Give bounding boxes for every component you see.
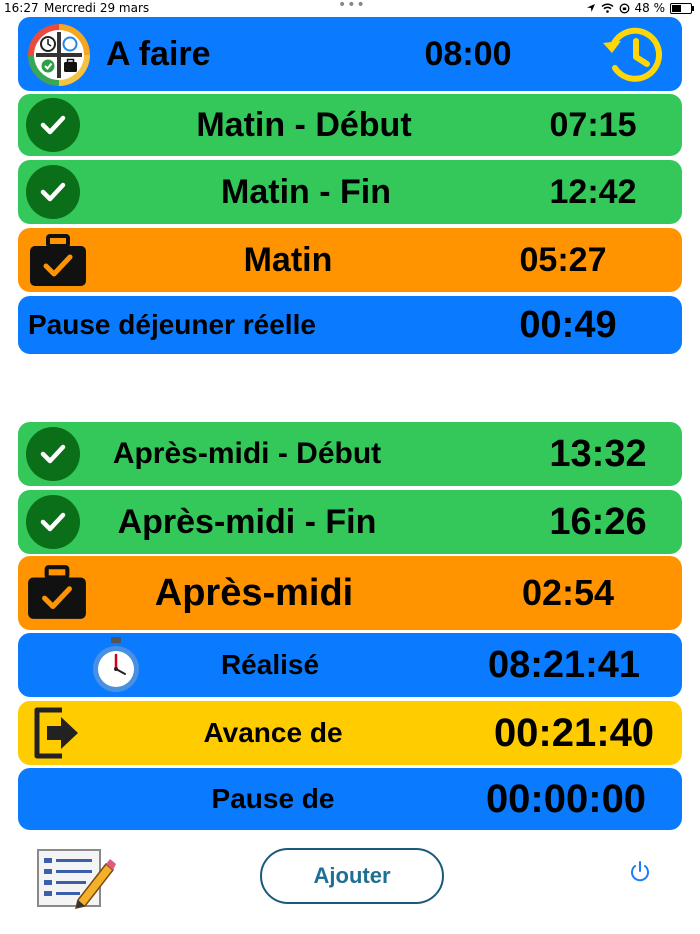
row-label: Pause de bbox=[211, 783, 335, 814]
battery-percent: 48 % bbox=[634, 1, 666, 15]
check-circle-icon bbox=[26, 495, 80, 549]
list-edit-icon[interactable] bbox=[36, 848, 116, 910]
location-icon bbox=[586, 4, 595, 12]
power-icon[interactable] bbox=[628, 860, 652, 884]
afternoon-end-row[interactable]: Après-midi - Fin 16:26 bbox=[18, 490, 682, 554]
row-label: Réalisé bbox=[220, 649, 320, 680]
row-label: Après-midi bbox=[154, 571, 354, 614]
app-logo-icon[interactable] bbox=[26, 22, 92, 88]
exit-arrow-icon bbox=[34, 707, 78, 759]
row-value: 00:21:40 bbox=[493, 710, 655, 755]
row-label: Après-midi - Fin bbox=[117, 502, 377, 541]
row-value: 13:32 bbox=[549, 432, 647, 475]
row-label: Après-midi - Début bbox=[112, 437, 382, 470]
check-circle-icon bbox=[26, 427, 80, 481]
battery-icon bbox=[670, 2, 694, 14]
add-button[interactable]: Ajouter bbox=[260, 848, 444, 904]
briefcase-check-icon bbox=[28, 565, 86, 619]
status-indicators: 48 % bbox=[586, 1, 694, 15]
row-label: Matin bbox=[243, 240, 333, 279]
stopwatch-icon bbox=[93, 637, 139, 692]
row-label: Matin - Début bbox=[196, 105, 412, 144]
check-circle-icon bbox=[26, 98, 80, 152]
lunch-break-row[interactable]: Pause déjeuner réelle 00:49 bbox=[18, 296, 682, 354]
check-circle-icon bbox=[26, 165, 80, 219]
morning-total-row[interactable]: Matin 05:27 bbox=[18, 228, 682, 292]
todo-title: A faire bbox=[106, 34, 211, 73]
row-value: 08:21:41 bbox=[487, 643, 641, 686]
row-label: Avance de bbox=[203, 717, 343, 748]
afternoon-total-row[interactable]: Après-midi 02:54 bbox=[18, 556, 682, 630]
morning-end-row[interactable]: Matin - Fin 12:42 bbox=[18, 160, 682, 224]
morning-start-row[interactable]: Matin - Début 07:15 bbox=[18, 94, 682, 156]
ahead-row[interactable]: Avance de 00:21:40 bbox=[18, 701, 682, 765]
row-value: 02:54 bbox=[521, 572, 615, 613]
afternoon-start-row[interactable]: Après-midi - Début 13:32 bbox=[18, 422, 682, 486]
break-row[interactable]: Pause de 00:00:00 bbox=[18, 768, 682, 830]
todo-value: 08:00 bbox=[424, 34, 512, 73]
status-bar: 16:27 Mercredi 29 mars ••• 48 % bbox=[0, 0, 700, 18]
row-value: 12:42 bbox=[549, 172, 637, 211]
multitask-dots-icon: ••• bbox=[338, 0, 366, 13]
row-label: Pause déjeuner réelle bbox=[28, 309, 316, 340]
row-value: 05:27 bbox=[519, 240, 607, 279]
briefcase-check-icon bbox=[30, 234, 86, 286]
row-value: 16:26 bbox=[549, 500, 647, 543]
row-value: 07:15 bbox=[549, 105, 637, 144]
status-time: 16:27 bbox=[4, 1, 39, 15]
row-value: 00:49 bbox=[519, 303, 617, 346]
row-value: 00:00:00 bbox=[485, 776, 647, 821]
completed-row[interactable]: Réalisé 08:21:41 bbox=[18, 633, 682, 697]
status-date: Mercredi 29 mars bbox=[44, 1, 150, 15]
todo-header: A faire 08:00 bbox=[18, 17, 682, 91]
row-label: Matin - Fin bbox=[221, 172, 391, 211]
history-clock-icon[interactable] bbox=[600, 22, 666, 88]
bottom-toolbar: Ajouter bbox=[0, 836, 700, 934]
orientation-lock-icon bbox=[619, 3, 629, 13]
wifi-icon bbox=[600, 3, 614, 13]
